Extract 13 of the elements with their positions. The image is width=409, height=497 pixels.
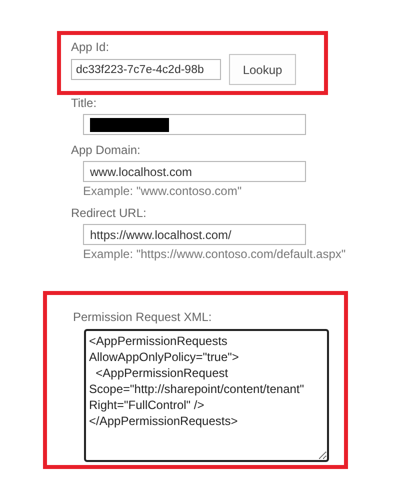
field-label: Permission Request XML: <box>73 310 213 325</box>
field-label: Title: <box>71 96 98 111</box>
xml-text-area[interactable]: <AppPermissionRequests AllowAppOnlyPolicy="true"> <AppPermissionRequest Scope="http://sharepoint/content/tenant" Right="FullControl" /> </AppPermissionRequests> <box>84 329 329 462</box>
title-field[interactable] <box>83 114 306 135</box>
app-domain-field[interactable]: www.localhost.com <box>83 161 306 182</box>
example-hint: Example: "https://www.contoso.com/default.aspx" <box>83 247 347 261</box>
redirect-url-field[interactable]: https://www.localhost.com/ <box>83 224 306 245</box>
field-label: Redirect URL: <box>71 206 148 221</box>
field-label: App Id: <box>71 40 110 55</box>
example-hint: Example: "www.contoso.com" <box>83 184 243 198</box>
field-label: App Domain: <box>71 143 142 158</box>
lookup-button[interactable]: Lookup <box>229 54 296 85</box>
app-id-field[interactable]: dc33f223-7c7e-4c2d-98b <box>71 59 221 80</box>
